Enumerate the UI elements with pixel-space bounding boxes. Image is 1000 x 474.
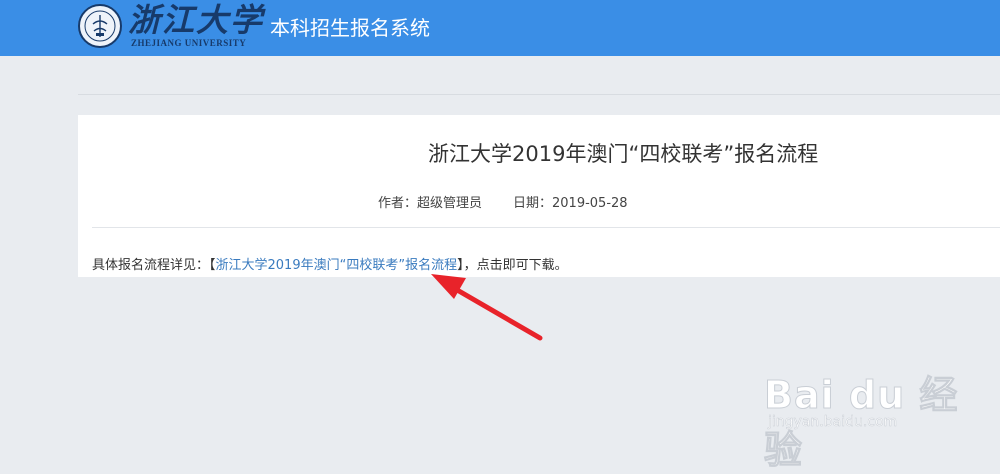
baidu-watermark: Bai du 经验 jingyan.baidu.com: [764, 354, 984, 473]
watermark-url: jingyan.baidu.com: [768, 414, 898, 431]
